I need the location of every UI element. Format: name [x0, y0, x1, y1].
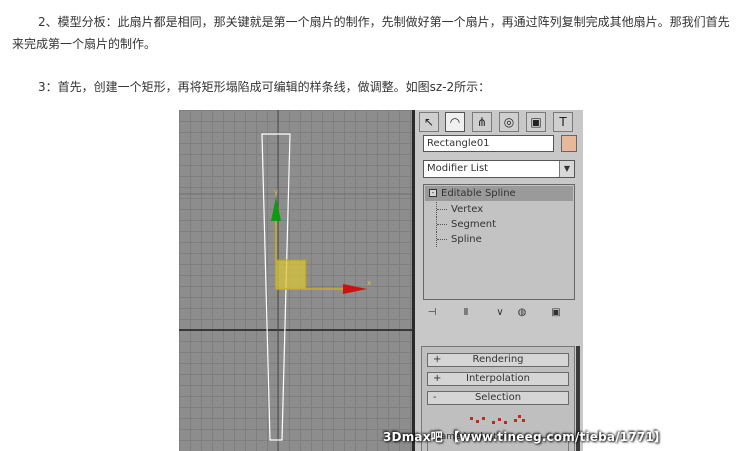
- stack-item-spline[interactable]: Spline: [436, 232, 482, 247]
- stack-item-label: Editable Spline: [441, 188, 516, 199]
- utilities-tab-icon[interactable]: T: [553, 112, 573, 132]
- gizmo-x-label: x: [367, 279, 371, 287]
- modify-tab-icon[interactable]: ◠: [445, 112, 465, 132]
- site-watermark: 3Dmax吧 【www.tineeg.com/tieba/1771】: [383, 430, 667, 444]
- command-panel: ↖ ◠ ⋔ ◎ ▣ T Rectangle01 Modifier List ▼ …: [415, 110, 583, 451]
- object-color-swatch[interactable]: [561, 135, 577, 152]
- rollout-label: Rendering: [472, 354, 524, 365]
- max-screenshot: x y ↖ ◠ ⋔ ◎ ▣ T Rectangle01 Modifier Lis…: [179, 110, 583, 451]
- collapse-toggle[interactable]: -: [429, 189, 437, 197]
- selection-level-icons[interactable]: [470, 413, 530, 425]
- show-end-result-icon[interactable]: Ⅱ: [459, 306, 473, 320]
- modifier-list-label: Modifier List: [427, 163, 489, 174]
- rollout-toggle: +: [433, 373, 442, 384]
- perspective-viewport[interactable]: x y: [179, 110, 412, 451]
- stack-item-vertex[interactable]: Vertex: [436, 202, 483, 217]
- create-tab-icon[interactable]: ↖: [419, 112, 439, 132]
- gizmo-y-label: y: [274, 188, 278, 196]
- step-2-paragraph: 2、模型分板：此扇片都是相同，那关键就是第一个扇片的制作，先制做好第一个扇片，再…: [12, 15, 730, 51]
- gizmo-y-arrow: [271, 197, 281, 221]
- modifier-list-dropdown[interactable]: Modifier List ▼: [423, 160, 575, 178]
- modifier-stack: - Editable Spline Vertex Segment Spline: [423, 184, 575, 300]
- make-unique-icon[interactable]: ∨: [493, 306, 507, 320]
- gizmo-plane-handle: [275, 259, 307, 290]
- gizmo-x-arrow: [343, 284, 367, 294]
- rollout-label: Interpolation: [466, 373, 530, 384]
- stack-toolbar: ⊣ Ⅱ ∨ ◍ ▣: [423, 306, 575, 322]
- viewport-canvas: x y: [179, 110, 412, 451]
- selection-rollout[interactable]: - Selection: [427, 391, 569, 405]
- stack-item-editable-spline[interactable]: - Editable Spline: [425, 186, 573, 201]
- rendering-rollout[interactable]: + Rendering: [427, 353, 569, 367]
- rollout-label: Selection: [474, 392, 522, 403]
- display-tab-icon[interactable]: ▣: [526, 112, 546, 132]
- rollout-toggle: +: [433, 354, 442, 365]
- stack-item-segment[interactable]: Segment: [436, 217, 496, 232]
- configure-sets-icon[interactable]: ▣: [549, 306, 563, 320]
- step-3-paragraph: 3：首先，创建一个矩形，再将矩形塌陷成可编辑的样条线，做调整。如图sz-2所示：: [38, 80, 491, 94]
- rollout-toggle: -: [433, 392, 437, 403]
- motion-tab-icon[interactable]: ◎: [499, 112, 519, 132]
- chevron-down-icon[interactable]: ▼: [559, 161, 574, 177]
- remove-modifier-icon[interactable]: ◍: [515, 306, 529, 320]
- pin-stack-icon[interactable]: ⊣: [425, 306, 439, 320]
- hierarchy-tab-icon[interactable]: ⋔: [472, 112, 492, 132]
- interpolation-rollout[interactable]: + Interpolation: [427, 372, 569, 386]
- object-name-input[interactable]: Rectangle01: [423, 135, 554, 152]
